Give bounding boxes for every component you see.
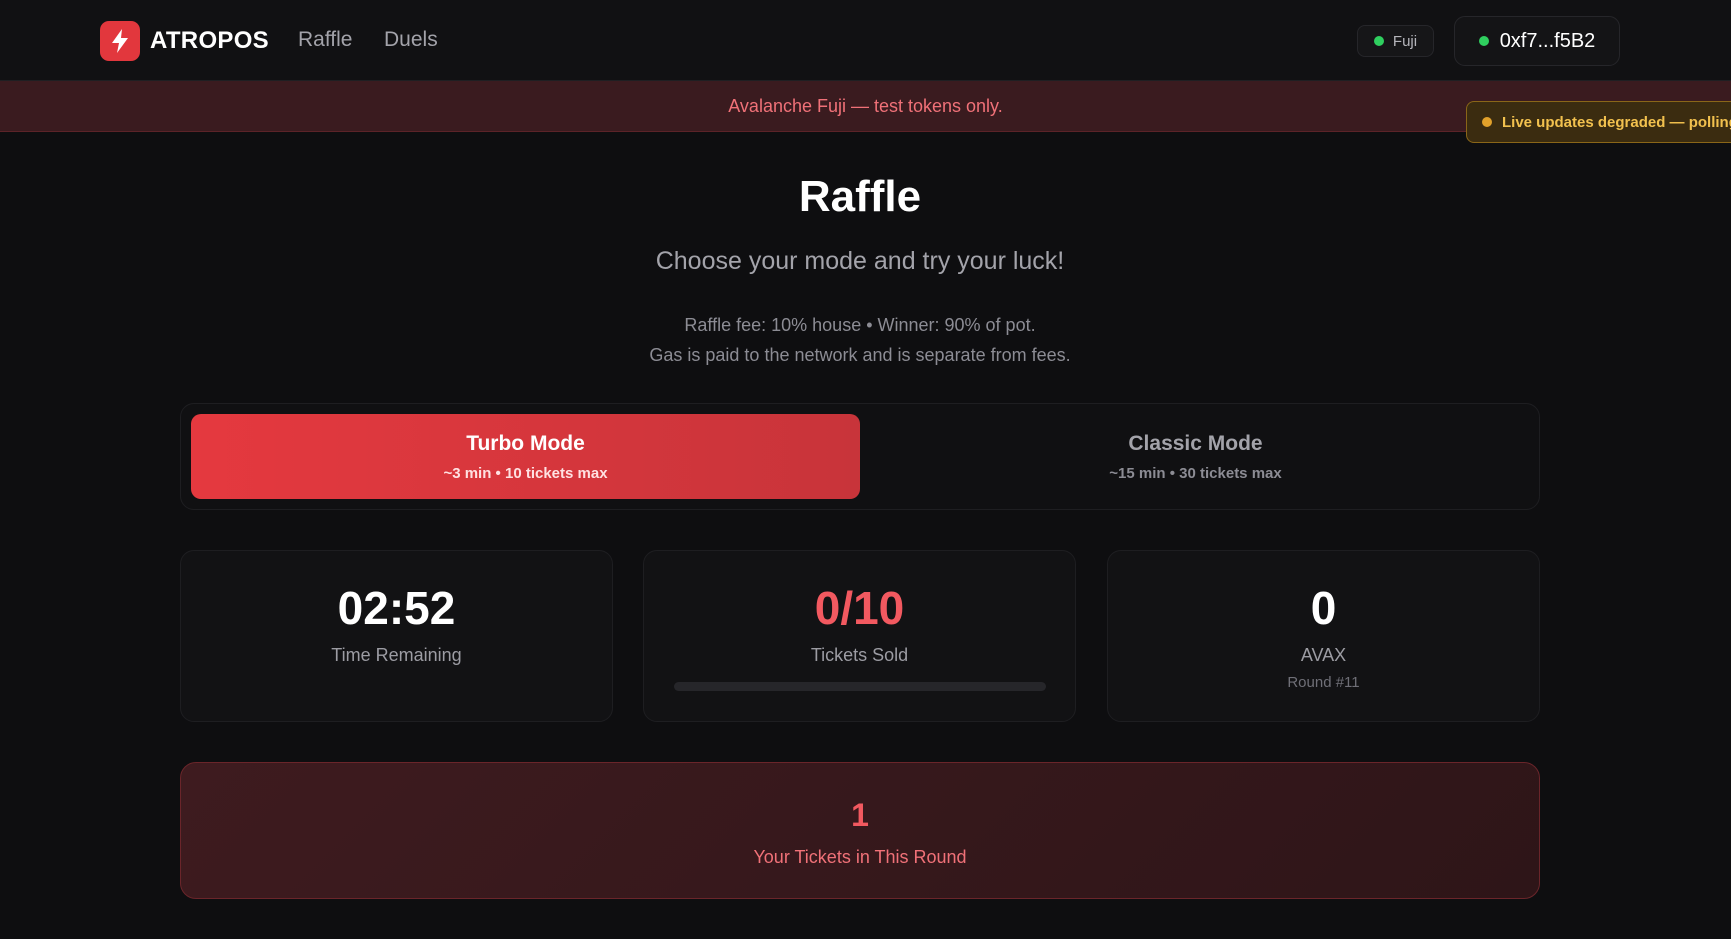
- warning-dot-icon: [1482, 117, 1492, 127]
- your-tickets-label: Your Tickets in This Round: [753, 847, 967, 867]
- mode-selector: Turbo Mode ~3 min • 10 tickets max Class…: [180, 403, 1540, 510]
- page-subtitle: Choose your mode and try your luck!: [655, 247, 1065, 275]
- wallet-address: 0xf7...f5B2: [1499, 29, 1596, 52]
- banner-text: Avalanche Fuji — test tokens only.: [728, 95, 1003, 116]
- live-updates-toast: Live updates degraded — polling: [1466, 101, 1731, 143]
- turbo-mode-button[interactable]: Turbo Mode ~3 min • 10 tickets max: [191, 414, 860, 499]
- nav-link-duels[interactable]: Duels: [384, 28, 438, 52]
- status-dot-icon: [1373, 36, 1384, 46]
- toast-text: Live updates degraded — polling: [1502, 113, 1731, 131]
- network-badge: Fuji: [1357, 25, 1434, 57]
- wallet-button[interactable]: 0xf7...f5B2: [1454, 16, 1620, 66]
- countdown-value: 02:52: [337, 582, 456, 634]
- classic-mode-button[interactable]: Classic Mode ~15 min • 30 tickets max: [861, 414, 1530, 499]
- pot-value: 0: [1310, 582, 1337, 634]
- tickets-sold-card: 0/10 Tickets Sold: [643, 550, 1076, 722]
- fee-info: Raffle fee: 10% house • Winner: 90% of p…: [0, 310, 1720, 370]
- page-title: Raffle: [798, 172, 922, 221]
- your-tickets-card: 1 Your Tickets in This Round: [180, 762, 1540, 899]
- brand-logo[interactable]: ATROPOS: [100, 21, 269, 61]
- mode-subtitle: ~3 min • 10 tickets max: [443, 464, 608, 482]
- round-number: Round #11: [1287, 674, 1360, 691]
- mode-subtitle: ~15 min • 30 tickets max: [1109, 464, 1282, 482]
- tickets-sold-label: Tickets Sold: [810, 645, 909, 665]
- tickets-progress-bar: [674, 682, 1046, 691]
- brand-name: ATROPOS: [150, 27, 269, 54]
- mode-title: Turbo Mode: [466, 431, 585, 455]
- fee-line-1: Raffle fee: 10% house • Winner: 90% of p…: [684, 315, 1036, 335]
- tickets-sold-value: 0/10: [814, 582, 905, 634]
- pot-card: 0 AVAX Round #11: [1107, 550, 1540, 722]
- top-nav-bar: ATROPOS Raffle Duels Fuji 0xf7...f5B2: [0, 0, 1731, 81]
- network-name: Fuji: [1392, 32, 1418, 50]
- mode-title: Classic Mode: [1128, 431, 1263, 455]
- lightning-bolt-icon: [100, 21, 140, 61]
- pot-currency: AVAX: [1300, 645, 1347, 665]
- fee-line-2: Gas is paid to the network and is separa…: [649, 345, 1071, 365]
- countdown-label: Time Remaining: [331, 645, 462, 665]
- your-tickets-value: 1: [851, 797, 869, 833]
- connected-dot-icon: [1478, 36, 1489, 46]
- nav-link-raffle[interactable]: Raffle: [298, 28, 352, 52]
- time-remaining-card: 02:52 Time Remaining: [180, 550, 613, 722]
